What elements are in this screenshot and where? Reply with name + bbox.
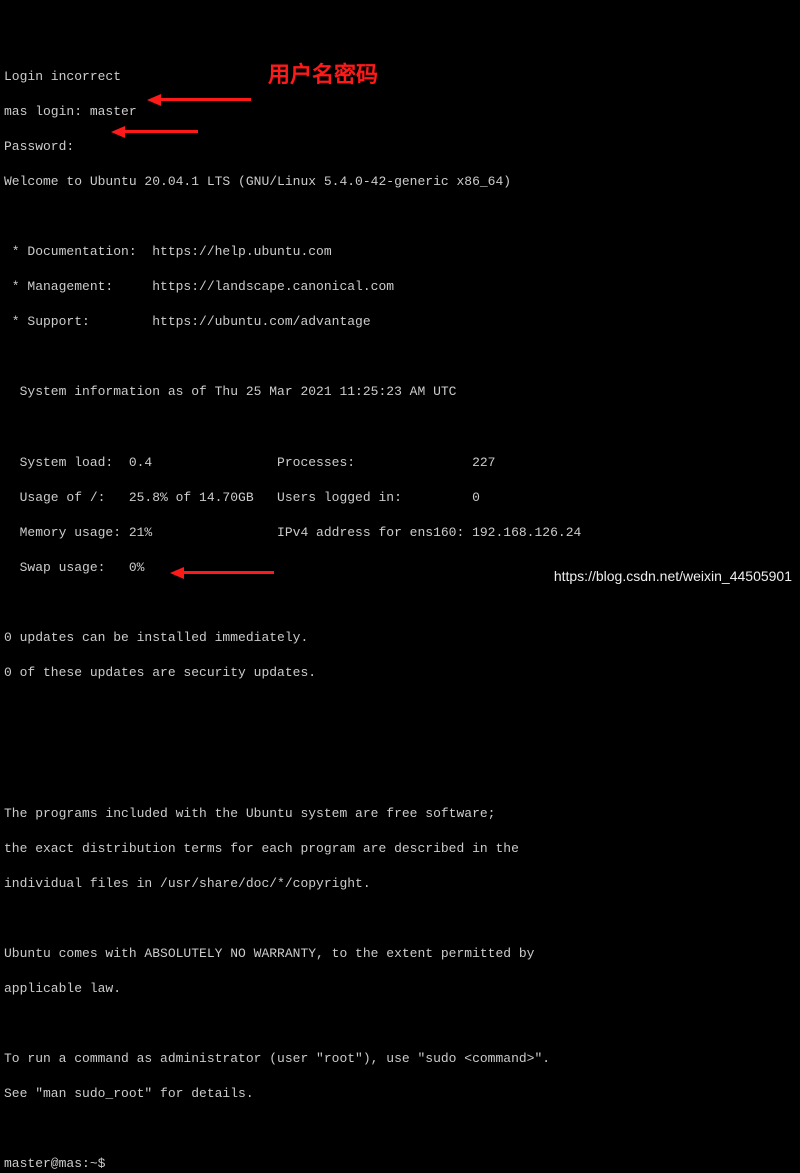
annotation-label: 用户名密码 bbox=[268, 60, 378, 90]
sysinfo-line-2: Usage of /: 25.8% of 14.70GB Users logge… bbox=[4, 489, 796, 507]
password-prompt-line: Password: bbox=[4, 138, 796, 156]
legal-line-5: applicable law. bbox=[4, 980, 796, 998]
sysinfo-line-1: System load: 0.4 Processes: 227 bbox=[4, 454, 796, 472]
sysinfo-header-line: System information as of Thu 25 Mar 2021… bbox=[4, 383, 796, 401]
terminal-output: Login incorrect mas login: master Passwo… bbox=[4, 50, 796, 1173]
legal-line-3: individual files in /usr/share/doc/*/cop… bbox=[4, 875, 796, 893]
legal-line-1: The programs included with the Ubuntu sy… bbox=[4, 805, 796, 823]
login-incorrect-line: Login incorrect bbox=[4, 68, 796, 86]
updates-line-1: 0 updates can be installed immediately. bbox=[4, 629, 796, 647]
legal-line-7: See "man sudo_root" for details. bbox=[4, 1085, 796, 1103]
watermark-text: https://blog.csdn.net/weixin_44505901 bbox=[554, 567, 792, 586]
legal-line-6: To run a command as administrator (user … bbox=[4, 1050, 796, 1068]
welcome-line: Welcome to Ubuntu 20.04.1 LTS (GNU/Linux… bbox=[4, 173, 796, 191]
legal-line-2: the exact distribution terms for each pr… bbox=[4, 840, 796, 858]
doc-link-line: * Documentation: https://help.ubuntu.com bbox=[4, 243, 796, 261]
legal-line-4: Ubuntu comes with ABSOLUTELY NO WARRANTY… bbox=[4, 945, 796, 963]
mgmt-link-line: * Management: https://landscape.canonica… bbox=[4, 278, 796, 296]
login-prompt-line: mas login: master bbox=[4, 103, 796, 121]
updates-line-2: 0 of these updates are security updates. bbox=[4, 664, 796, 682]
sysinfo-line-3: Memory usage: 21% IPv4 address for ens16… bbox=[4, 524, 796, 542]
shell-prompt[interactable]: master@mas:~$ bbox=[4, 1156, 113, 1171]
support-link-line: * Support: https://ubuntu.com/advantage bbox=[4, 313, 796, 331]
